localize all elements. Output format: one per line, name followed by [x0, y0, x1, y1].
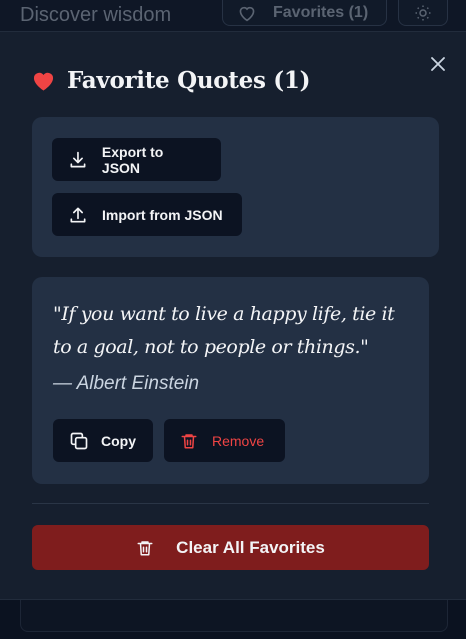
modal-title: Favorite Quotes (1)	[67, 67, 311, 94]
export-json-button[interactable]: Export to JSON	[52, 138, 221, 181]
quote-author: — Albert Einstein	[53, 373, 200, 394]
trash-icon	[137, 540, 153, 555]
close-button[interactable]	[426, 52, 450, 76]
quote-text: "If you want to live a happy life, tie i…	[53, 303, 395, 358]
clear-all-label: Clear All Favorites	[176, 537, 325, 557]
copy-button[interactable]: Copy	[53, 419, 153, 462]
heart-icon	[33, 72, 54, 91]
remove-button[interactable]: Remove	[164, 419, 285, 462]
trash-icon	[181, 433, 197, 448]
clear-all-favorites-button[interactable]: Clear All Favorites	[32, 525, 429, 570]
import-export-panel: Export to JSON Import from JSON	[32, 117, 439, 257]
export-json-label: Export to JSON	[101, 143, 164, 176]
close-icon	[431, 57, 445, 71]
favorites-button[interactable]: Favorites (1)	[222, 0, 387, 26]
theme-toggle-button[interactable]	[398, 0, 448, 26]
favorite-quote-card: "If you want to live a happy life, tie i…	[32, 277, 429, 484]
favorites-modal: Favorite Quotes (1) Export to JSON Impor…	[0, 31, 466, 600]
import-json-label: Import from JSON	[102, 206, 223, 223]
app-title: Discover wisdom	[20, 4, 172, 26]
copy-icon	[70, 432, 88, 449]
import-json-button[interactable]: Import from JSON	[52, 193, 242, 236]
modal-header: Favorite Quotes (1)	[32, 67, 310, 94]
upload-icon	[70, 207, 86, 222]
download-icon	[70, 151, 86, 167]
remove-label: Remove	[212, 432, 265, 449]
copy-label: Copy	[101, 432, 136, 449]
sun-icon	[415, 5, 431, 21]
heart-outline-icon	[239, 6, 255, 22]
app-header: Discover wisdom Favorites (1)	[0, 0, 466, 32]
favorites-button-label: Favorites (1)	[273, 4, 369, 21]
divider	[32, 503, 429, 504]
